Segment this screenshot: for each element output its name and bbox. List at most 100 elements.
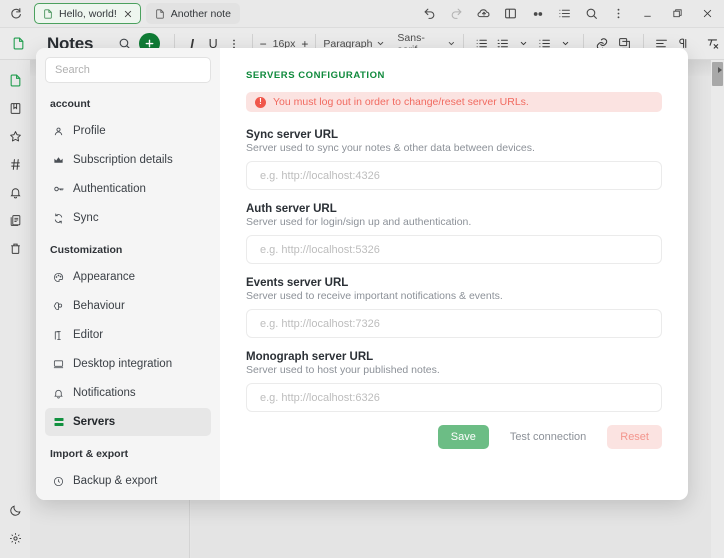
section-title: SERVERS CONFIGURATION — [246, 70, 385, 81]
profile-icon — [52, 126, 65, 137]
settings-dialog: Search account Profile Subscription deta… — [36, 48, 688, 500]
save-button[interactable]: Save — [437, 425, 489, 449]
more-options-icon[interactable] — [605, 1, 632, 27]
sidebar-item-editor[interactable]: Editor — [45, 321, 211, 349]
sidebar-item-desktop-integration[interactable]: Desktop integration — [45, 350, 211, 378]
sidebar-item-label: Behaviour — [73, 300, 125, 312]
notebooks-icon[interactable] — [2, 94, 28, 122]
action-buttons: Save Test connection Reset — [246, 425, 662, 449]
search-icon[interactable] — [578, 1, 605, 27]
sidebar-item-backup-export[interactable]: Backup & export — [45, 467, 211, 495]
field-events-server-url: Events server URL Server used to receive… — [246, 277, 662, 338]
trash-icon[interactable] — [2, 234, 28, 262]
tab-hello-world[interactable]: Hello, world! — [34, 3, 141, 24]
field-description: Server used to receive important notific… — [246, 290, 503, 302]
undo-icon[interactable] — [416, 1, 443, 27]
sidebar-item-profile[interactable]: Profile — [45, 117, 211, 145]
notes-tab-icon[interactable] — [0, 28, 37, 60]
sidebar-item-label: Sync — [73, 212, 99, 224]
field-description: Server used for login/sign up and authen… — [246, 216, 472, 228]
tab-label: Another note — [170, 7, 231, 20]
field-label: Events server URL — [246, 277, 349, 289]
sidebar-item-notesnook-importer[interactable]: Notesnook Importer — [45, 496, 211, 500]
reset-button[interactable]: Reset — [607, 425, 662, 449]
sidebar-item-label: Profile — [73, 125, 106, 137]
note-icon — [43, 8, 53, 19]
favorites-star-icon[interactable] — [2, 122, 28, 150]
field-sync-server-url: Sync server URL Server used to sync your… — [246, 129, 662, 190]
sidebar-item-notifications[interactable]: Notifications — [45, 379, 211, 407]
maximize-button[interactable] — [662, 1, 692, 27]
close-icon[interactable] — [124, 10, 132, 18]
list-view-icon[interactable] — [551, 1, 578, 27]
refresh-icon[interactable] — [2, 1, 28, 27]
note-icon — [155, 8, 165, 19]
sidebar-item-appearance[interactable]: Appearance — [45, 263, 211, 291]
sync-server-url-input[interactable]: e.g. http://localhost:4326 — [246, 161, 662, 190]
chevron-down-icon — [378, 41, 384, 46]
scrollbar-thumb[interactable] — [712, 62, 723, 86]
sync-icon — [52, 212, 65, 224]
monograph-server-url-input[interactable]: e.g. http://localhost:6326 — [246, 383, 662, 412]
cloud-sync-icon[interactable] — [470, 1, 497, 27]
logout-required-alert: ! You must log out in order to change/re… — [246, 92, 662, 112]
minimize-button[interactable] — [632, 1, 662, 27]
field-auth-server-url: Auth server URL Server used for login/si… — [246, 203, 662, 264]
brain-icon — [52, 301, 65, 312]
input-placeholder: e.g. http://localhost:7326 — [260, 317, 380, 330]
palette-icon — [52, 272, 65, 283]
reminders-bell-icon[interactable] — [2, 178, 28, 206]
search-placeholder: Search — [55, 64, 90, 76]
navigation-rail — [0, 60, 30, 558]
tab-strip: Hello, world! Another note — [34, 3, 416, 24]
auth-server-url-input[interactable]: e.g. http://localhost:5326 — [246, 235, 662, 264]
group-title-account: account — [50, 98, 91, 110]
sidebar-item-label: Backup & export — [73, 475, 158, 487]
input-placeholder: e.g. http://localhost:4326 — [260, 169, 380, 182]
redo-icon[interactable] — [443, 1, 470, 27]
sidebar-item-authentication[interactable]: Authentication — [45, 175, 211, 203]
dark-mode-moon-icon[interactable] — [2, 496, 28, 524]
editor-icon — [52, 330, 65, 341]
monographs-icon[interactable] — [2, 206, 28, 234]
crown-icon — [52, 155, 65, 166]
sidebar-toggle-icon[interactable] — [497, 1, 524, 27]
key-icon — [52, 183, 65, 195]
settings-panel: SERVERS CONFIGURATION ! You must log out… — [220, 48, 688, 500]
sidebar-item-behaviour[interactable]: Behaviour — [45, 292, 211, 320]
sidebar-item-label: Appearance — [73, 271, 136, 283]
error-icon: ! — [255, 96, 266, 108]
field-monograph-server-url: Monograph server URL Server used to host… — [246, 351, 662, 412]
close-button[interactable] — [692, 1, 722, 27]
notes-icon[interactable] — [2, 66, 28, 94]
desktop-icon — [52, 359, 65, 370]
tab-another-note[interactable]: Another note — [145, 3, 240, 24]
app-window: Hello, world! Another note Notes I U − 1… — [0, 0, 724, 558]
backup-icon — [52, 476, 65, 487]
chevron-down-icon — [449, 41, 455, 46]
test-connection-button[interactable]: Test connection — [497, 425, 599, 449]
sidebar-item-label: Servers — [73, 416, 116, 428]
field-description: Server used to sync your notes & other d… — [246, 142, 535, 154]
server-icon — [52, 416, 65, 428]
sidebar-item-label: Authentication — [73, 183, 146, 195]
settings-gear-icon[interactable] — [2, 524, 28, 552]
scrollbar-arrow-icon[interactable] — [718, 67, 722, 73]
sidebar-item-label: Editor — [73, 329, 104, 341]
focus-mode-icon[interactable] — [524, 1, 551, 27]
group-title-import-export: Import & export — [50, 448, 129, 460]
input-placeholder: e.g. http://localhost:6326 — [260, 391, 380, 404]
sidebar-item-label: Subscription details — [73, 154, 173, 166]
navigation-rail-bottom — [0, 496, 30, 552]
events-server-url-input[interactable]: e.g. http://localhost:7326 — [246, 309, 662, 338]
sidebar-item-servers[interactable]: Servers — [45, 408, 211, 436]
tags-hash-icon[interactable] — [2, 150, 28, 178]
settings-search-input[interactable]: Search — [45, 57, 211, 83]
window-scrollbar[interactable] — [711, 60, 724, 558]
clear-formatting-icon[interactable] — [703, 31, 724, 57]
sidebar-item-subscription-details[interactable]: Subscription details — [45, 146, 211, 174]
window-controls — [632, 1, 722, 27]
field-label: Monograph server URL — [246, 351, 374, 363]
field-label: Sync server URL — [246, 129, 339, 141]
sidebar-item-sync[interactable]: Sync — [45, 204, 211, 232]
